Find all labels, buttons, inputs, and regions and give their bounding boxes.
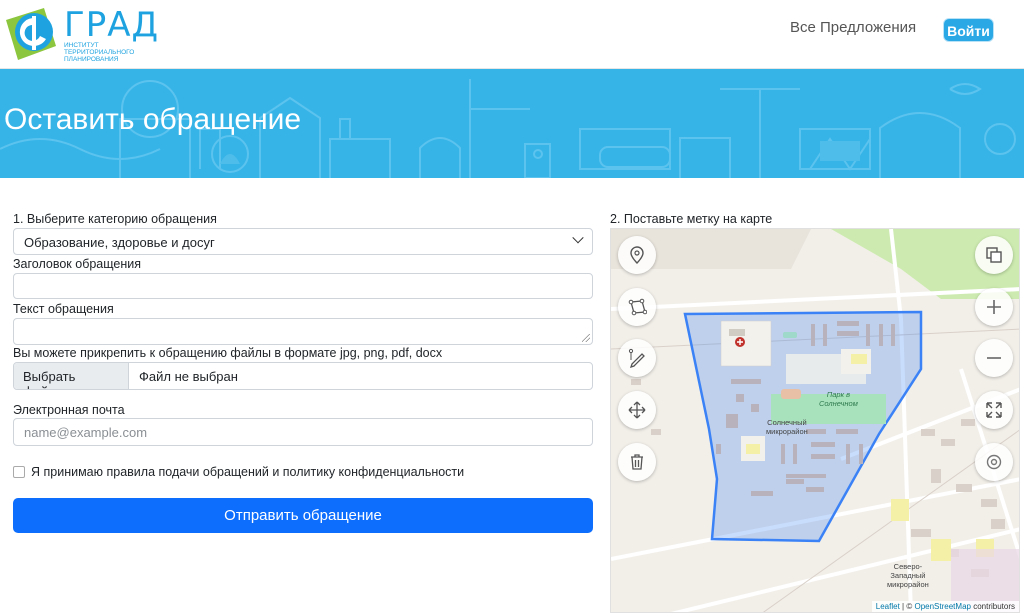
leaflet-link[interactable]: Leaflet (876, 602, 900, 611)
logo-mark-icon (6, 8, 56, 60)
top-navbar: ГРАД ИНСТИТУТ ТЕРРИТОРИАЛЬНОГО ПЛАНИРОВА… (0, 0, 1024, 69)
drag-tool[interactable] (618, 391, 656, 429)
title-label: Заголовок обращения (13, 257, 142, 271)
map-label-district-northwest: Северо- Западный микрорайон (887, 562, 929, 589)
text-label: Текст обращения (13, 302, 114, 316)
hero-banner: Оставить обращение (0, 69, 1024, 178)
map-label: 2. Поставьте метку на карте (610, 212, 773, 226)
expand-icon (986, 402, 1002, 418)
login-button[interactable]: Войти (943, 18, 994, 42)
agree-checkbox[interactable] (13, 466, 25, 478)
map-tiles[interactable] (611, 229, 1020, 613)
resize-grip-icon[interactable] (582, 334, 590, 342)
file-status: Файл не выбран (139, 369, 238, 384)
osm-link[interactable]: OpenStreetMap (914, 602, 970, 611)
trash-icon (631, 454, 643, 470)
zoom-in-button[interactable] (975, 288, 1013, 326)
layers-icon (986, 247, 1002, 263)
fullscreen-button[interactable] (975, 391, 1013, 429)
category-select[interactable]: Образование, здоровье и досуг (13, 228, 593, 255)
category-label: 1. Выберите категорию обращения (13, 212, 217, 226)
agree-row: Я принимаю правила подачи обращений и по… (13, 465, 464, 479)
submit-button[interactable]: Отправить обращение (13, 498, 593, 533)
zoom-out-button[interactable] (975, 339, 1013, 377)
minus-icon (987, 357, 1001, 359)
map-attribution: Leaflet | © OpenStreetMap contributors (871, 601, 1019, 612)
draw-marker-tool[interactable] (618, 236, 656, 274)
draw-polygon-tool[interactable] (618, 288, 656, 326)
nav-all-proposals[interactable]: Все Предложения (790, 19, 916, 36)
logo-subtitle: ИНСТИТУТ ТЕРРИТОРИАЛЬНОГО ПЛАНИРОВАНИЯ (64, 42, 135, 63)
locate-icon (986, 454, 1002, 470)
edit-pencil-icon (628, 348, 645, 368)
agree-label[interactable]: Я принимаю правила подачи обращений и по… (31, 465, 464, 479)
map-pin-icon (630, 246, 644, 264)
text-textarea[interactable] (13, 318, 593, 345)
delete-tool[interactable] (618, 443, 656, 481)
category-select-value: Образование, здоровье и досуг (24, 235, 215, 250)
file-input[interactable]: Выбрать файлы Файл не выбран (13, 362, 593, 390)
move-arrows-icon (628, 401, 646, 419)
polygon-icon (628, 298, 647, 316)
logo[interactable]: ГРАД ИНСТИТУТ ТЕРРИТОРИАЛЬНОГО ПЛАНИРОВА… (4, 4, 164, 64)
email-label: Электронная почта (13, 403, 125, 417)
edit-tool[interactable] (618, 339, 656, 377)
map-label-park: Парк в Солнечном (819, 390, 858, 408)
locate-button[interactable] (975, 443, 1013, 481)
layers-button[interactable] (975, 236, 1013, 274)
chevron-down-icon (572, 232, 584, 244)
title-input[interactable] (13, 273, 593, 299)
plus-icon (987, 300, 1001, 314)
attach-label: Вы можете прикрепить к обращению файлы в… (13, 346, 443, 360)
email-field[interactable]: name@example.com (13, 418, 593, 446)
page-title: Оставить обращение (4, 103, 302, 136)
map-widget[interactable]: Парк в Солнечном Солнечный микрорайон Се… (610, 228, 1020, 613)
logo-title: ГРАД (64, 5, 160, 45)
choose-files-button[interactable]: Выбрать файлы (14, 363, 129, 389)
map-label-district: Солнечный микрорайон (766, 418, 808, 436)
